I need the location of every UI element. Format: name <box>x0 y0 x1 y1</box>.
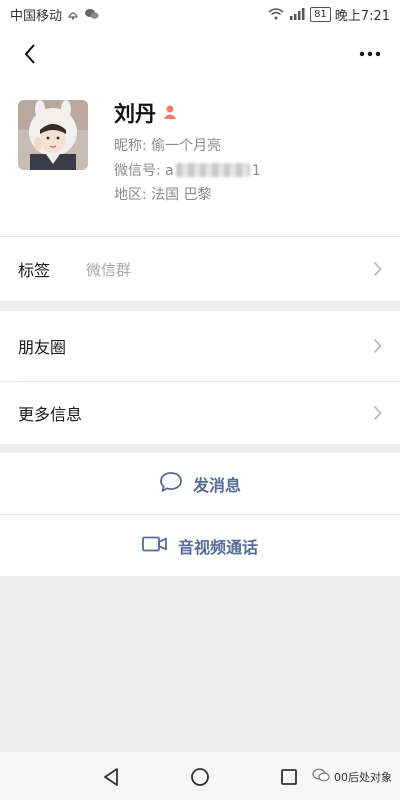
status-bar: 中国移动 81 晚上7:21 <box>0 0 400 28</box>
watermark-text: 00后处对象 <box>334 770 392 784</box>
moments-row[interactable]: 朋友圈 <box>0 311 400 381</box>
more-icon[interactable] <box>354 38 386 70</box>
recents-square-icon[interactable] <box>278 766 300 788</box>
wxid-label: 微信号: <box>114 163 161 179</box>
chevron-right-icon <box>373 338 382 354</box>
nav-bar <box>0 28 400 80</box>
wxid-redaction <box>175 163 250 177</box>
avatar[interactable] <box>18 100 88 170</box>
watermark: 00后处对象 <box>312 768 392 785</box>
wxid-end: 1 <box>251 163 261 179</box>
tags-row[interactable]: 标签 微信群 <box>0 237 400 301</box>
nickname-value: 偷一个月亮 <box>151 138 222 154</box>
send-message-button[interactable]: 发消息 <box>0 453 400 514</box>
home-circle-icon[interactable] <box>189 766 211 788</box>
wifi-icon <box>268 8 284 20</box>
region-line: 地区: 法国 巴黎 <box>114 184 212 204</box>
back-triangle-icon[interactable] <box>100 766 122 788</box>
tags-label: 标签 <box>18 261 51 280</box>
chat-bubble-icon <box>159 471 183 497</box>
tags-value: 微信群 <box>86 260 132 279</box>
nickname-label: 昵称: <box>114 138 147 154</box>
moments-label: 朋友圈 <box>18 338 67 357</box>
wechat-icon <box>84 7 100 21</box>
wxid-line: 微信号: a 1 <box>114 160 261 180</box>
clock: 晚上7:21 <box>334 8 390 24</box>
person-icon <box>162 101 178 125</box>
chevron-right-icon <box>373 405 382 421</box>
signal-icon <box>288 8 306 20</box>
status-right: 81 晚上7:21 <box>268 5 390 24</box>
video-call-label: 音视频通话 <box>177 537 258 557</box>
battery-icon: 81 <box>310 6 331 22</box>
profile-name: 刘丹 <box>114 102 156 126</box>
send-message-label: 发消息 <box>192 475 241 495</box>
carrier-label: 中国移动 <box>10 8 63 24</box>
profile-card: 刘丹 昵称: 偷一个月亮 微信号: a 1 地区: 法国 巴黎 <box>0 80 400 236</box>
notification-icon <box>66 7 80 21</box>
video-camera-icon <box>142 536 168 556</box>
more-info-row[interactable]: 更多信息 <box>0 382 400 444</box>
region-label: 地区: <box>114 187 147 203</box>
region-value: 法国 巴黎 <box>151 187 212 203</box>
video-call-button[interactable]: 音视频通话 <box>0 515 400 576</box>
more-info-label: 更多信息 <box>18 405 83 424</box>
back-icon[interactable] <box>14 38 46 70</box>
chevron-right-icon <box>373 261 382 277</box>
status-left: 中国移动 <box>10 5 100 24</box>
system-nav-bar: 00后处对象 <box>0 752 400 800</box>
wxid-start: a <box>165 163 174 179</box>
profile-name-row: 刘丹 <box>114 98 178 128</box>
watermark-logo-icon <box>312 768 330 785</box>
nickname-line: 昵称: 偷一个月亮 <box>114 135 221 155</box>
